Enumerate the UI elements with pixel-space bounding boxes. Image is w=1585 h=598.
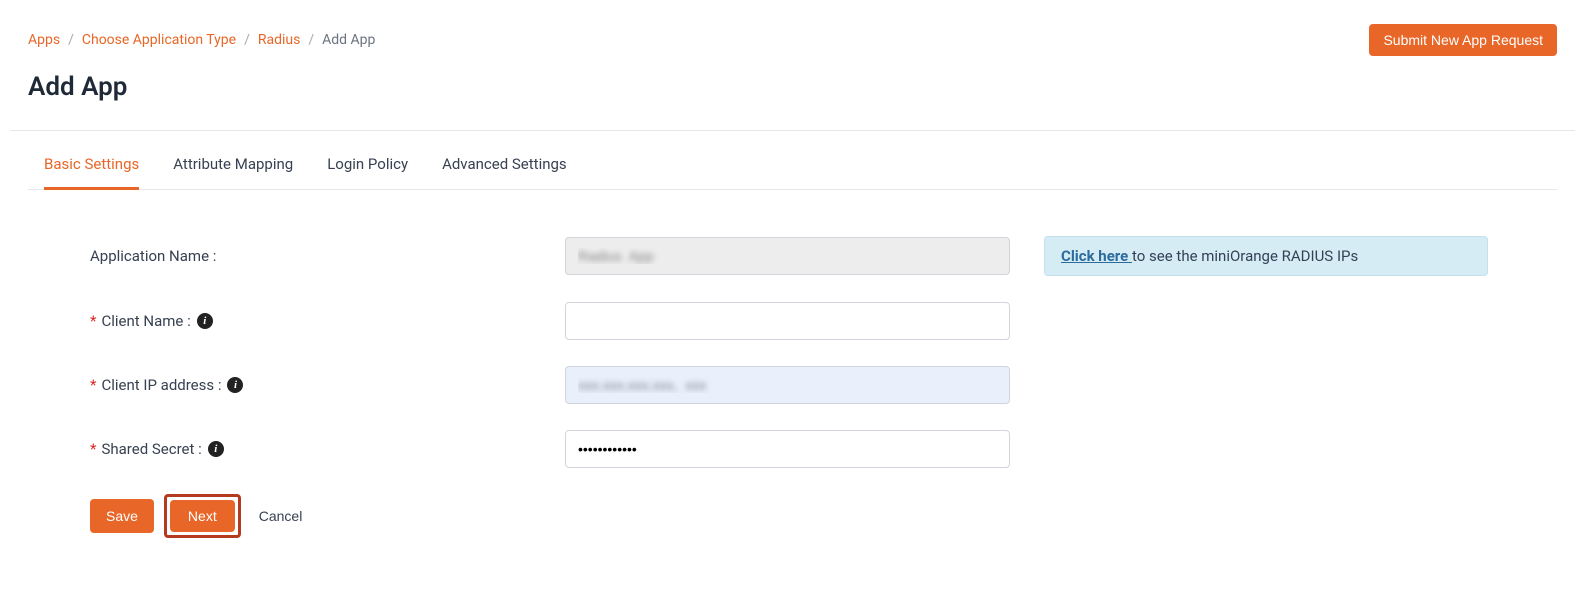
label-shared-secret: * Shared Secret : i <box>90 440 565 458</box>
client-ip-input[interactable] <box>565 366 1010 404</box>
required-marker: * <box>90 376 96 394</box>
info-icon[interactable]: i <box>227 377 243 393</box>
form-actions: Save Next Cancel <box>90 494 1495 538</box>
click-here-link[interactable]: Click here <box>1061 247 1132 265</box>
info-icon[interactable]: i <box>208 441 224 457</box>
tab-attribute-mapping[interactable]: Attribute Mapping <box>173 137 293 190</box>
next-button[interactable]: Next <box>170 500 235 532</box>
required-marker: * <box>90 440 96 458</box>
submit-new-app-button[interactable]: Submit New App Request <box>1369 24 1557 56</box>
shared-secret-input[interactable] <box>565 430 1010 468</box>
divider <box>10 130 1575 131</box>
breadcrumb-current: Add App <box>322 32 375 48</box>
page-title: Add App <box>28 72 1557 102</box>
breadcrumb-sep: / <box>308 32 314 48</box>
required-marker: * <box>90 312 96 330</box>
save-button[interactable]: Save <box>90 499 154 533</box>
application-name-input[interactable] <box>565 237 1010 275</box>
tab-advanced-settings[interactable]: Advanced Settings <box>442 137 567 190</box>
cancel-button[interactable]: Cancel <box>251 499 311 533</box>
info-rest-text: to see the miniOrange RADIUS IPs <box>1132 247 1358 265</box>
tab-login-policy[interactable]: Login Policy <box>327 137 408 190</box>
breadcrumb-sep: / <box>68 32 74 48</box>
breadcrumb-radius[interactable]: Radius <box>258 32 301 48</box>
info-icon[interactable]: i <box>197 313 213 329</box>
tabs: Basic Settings Attribute Mapping Login P… <box>28 137 1557 190</box>
tab-basic-settings[interactable]: Basic Settings <box>44 137 139 190</box>
breadcrumb-sep: / <box>244 32 250 48</box>
label-client-name: * Client Name : i <box>90 312 565 330</box>
breadcrumb-choose-type[interactable]: Choose Application Type <box>82 32 236 48</box>
label-application-name: Application Name : <box>90 247 565 265</box>
next-highlight: Next <box>164 494 241 538</box>
breadcrumb: Apps / Choose Application Type / Radius … <box>28 32 375 48</box>
radius-ips-info: Click here to see the miniOrange RADIUS … <box>1044 236 1488 276</box>
label-client-ip: * Client IP address : i <box>90 376 565 394</box>
form-area: Application Name : Click here to see the… <box>28 190 1557 558</box>
client-name-input[interactable] <box>565 302 1010 340</box>
breadcrumb-apps[interactable]: Apps <box>28 32 60 48</box>
